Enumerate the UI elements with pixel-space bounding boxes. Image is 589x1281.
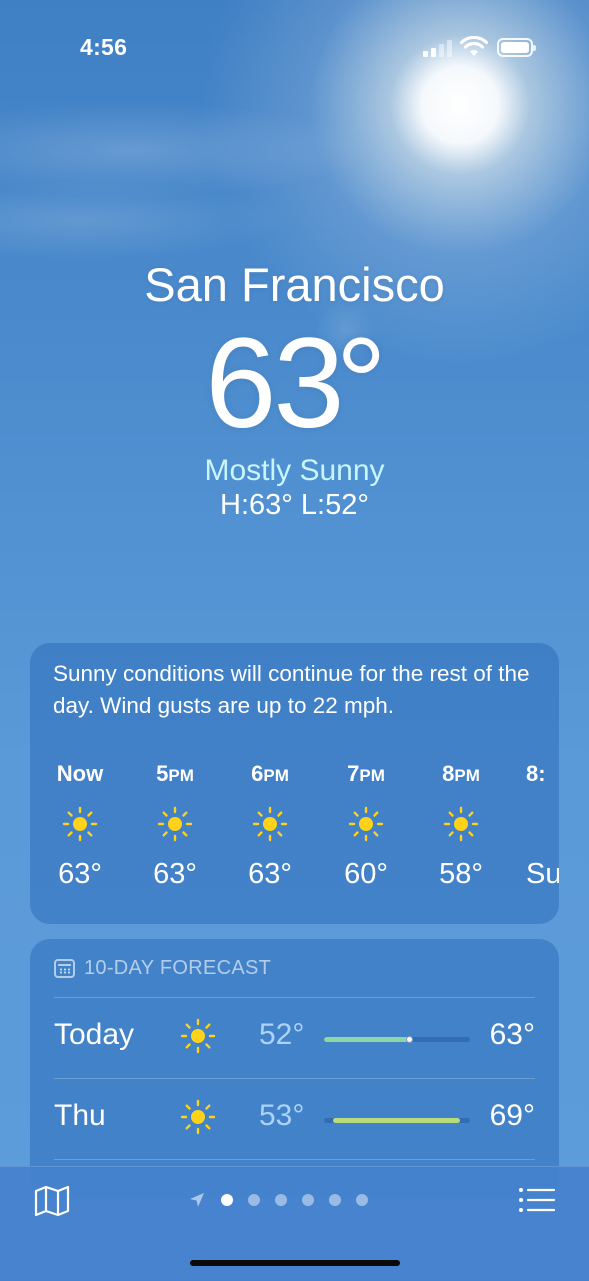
forecast-low: 53° <box>259 1099 305 1132</box>
hour-item: 5PM 63° <box>135 758 215 892</box>
range-fill <box>332 1118 460 1123</box>
condition-text: Mostly Sunny <box>204 454 385 487</box>
sun-icon <box>62 806 98 842</box>
forecast-day: Thu <box>54 1099 106 1132</box>
hour-item: 6PM 63° <box>230 758 310 892</box>
hour-label: 5PM <box>156 761 194 786</box>
current-temp-dot <box>405 1036 413 1043</box>
hour-temp: 63° <box>153 858 197 890</box>
hour-temp: 63° <box>58 858 102 890</box>
page-dot[interactable] <box>248 1194 260 1206</box>
hour-item: 7PM 60° <box>326 758 406 892</box>
forecast-title: 10-DAY FORECAST <box>84 957 272 979</box>
forecast-header: 10-DAY FORECAST <box>54 957 271 980</box>
forecast-high: 69° <box>489 1099 535 1132</box>
city-name: San Francisco <box>144 258 445 311</box>
temperature-range-bar <box>324 1118 470 1123</box>
ten-day-forecast-card[interactable]: 10-DAY FORECAST Today 52° 63° Thu 53° 69… <box>30 939 559 1199</box>
hour-label: 7PM <box>347 761 385 786</box>
current-conditions: San Francisco 63° Mostly Sunny H:63° L:5… <box>0 255 589 523</box>
degree-symbol: ° <box>335 312 387 455</box>
home-indicator <box>190 1260 400 1266</box>
hourly-summary: Sunny conditions will continue for the r… <box>53 661 530 718</box>
page-dot[interactable] <box>329 1194 341 1206</box>
forecast-row[interactable]: Thu 53° 69° <box>30 1079 559 1159</box>
hour-label: 8: <box>526 761 546 786</box>
hour-temp: Su <box>526 858 559 890</box>
wifi-icon <box>460 36 488 56</box>
cellular-signal-icon <box>423 39 453 57</box>
page-dot[interactable] <box>302 1194 314 1206</box>
map-icon[interactable] <box>34 1185 70 1217</box>
location-arrow-icon <box>190 1193 204 1207</box>
temperature-value: 63 <box>205 312 344 455</box>
hour-temp: 63° <box>248 858 292 890</box>
hour-item: Now 63° <box>40 758 120 892</box>
hourly-forecast-card[interactable]: Sunny conditions will continue for the r… <box>30 643 559 924</box>
sun-icon <box>180 1018 216 1054</box>
sun-icon <box>157 806 193 842</box>
forecast-day: Today <box>54 1018 135 1051</box>
list-icon[interactable] <box>518 1186 556 1214</box>
status-bar: 4:56 <box>0 0 589 90</box>
page-dot[interactable] <box>275 1194 287 1206</box>
high-low-text: H:63° L:52° <box>220 489 369 521</box>
hour-item: 8: Su <box>516 758 559 892</box>
hourly-scroll[interactable]: Now 63° 5PM 63° 6PM 63° 7PM 60° 8PM 58° … <box>30 758 559 924</box>
page-dot[interactable] <box>356 1194 368 1206</box>
sun-icon <box>348 806 384 842</box>
sun-icon <box>180 1099 216 1135</box>
status-time: 4:56 <box>80 34 128 60</box>
hour-temp: 60° <box>344 858 388 890</box>
calendar-icon <box>54 959 75 978</box>
forecast-high: 63° <box>489 1018 535 1051</box>
current-temperature: 63° <box>0 319 589 449</box>
forecast-low: 52° <box>259 1018 305 1051</box>
sunset-icon <box>526 806 559 842</box>
hour-label: 6PM <box>251 761 289 786</box>
hour-label: 8PM <box>442 761 480 786</box>
hour-temp: 58° <box>439 858 483 890</box>
forecast-row[interactable]: Today 52° 63° <box>30 998 559 1078</box>
sun-icon <box>443 806 479 842</box>
temperature-range-bar <box>324 1036 470 1043</box>
sun-icon <box>252 806 288 842</box>
page-indicator[interactable] <box>188 1191 368 1209</box>
divider <box>54 1159 535 1160</box>
hour-label: Now <box>56 761 104 786</box>
page-dot[interactable] <box>221 1194 233 1206</box>
battery-icon <box>497 38 536 57</box>
hour-item: 8PM 58° <box>421 758 501 892</box>
range-fill <box>324 1037 409 1042</box>
